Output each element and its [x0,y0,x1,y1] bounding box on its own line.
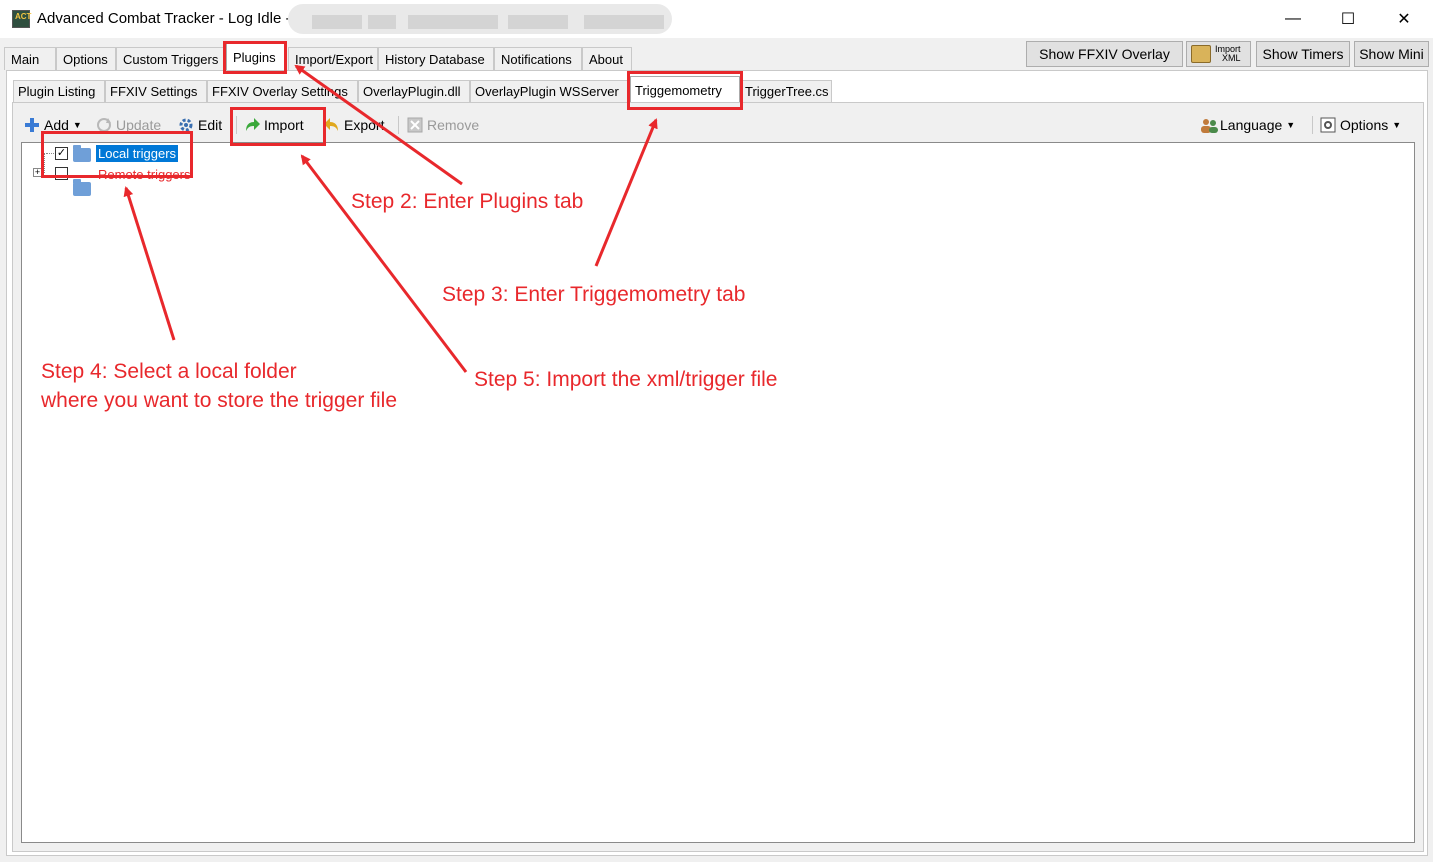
annotation-step3: Step 3: Enter Triggemometry tab [442,283,746,306]
arrow-step3 [594,118,658,267]
arrow-step5 [300,154,468,373]
annotation-step5: Step 5: Import the xml/trigger file [474,368,778,391]
annotation-step2: Step 2: Enter Plugins tab [351,190,584,213]
arrow-step2 [294,64,463,186]
annotation-arrows [123,64,658,373]
annotation-step4-line2: where you want to store the trigger file [41,389,398,412]
arrow-step4 [123,186,176,341]
annotation-step4-line1: Step 4: Select a local folder [41,360,297,383]
